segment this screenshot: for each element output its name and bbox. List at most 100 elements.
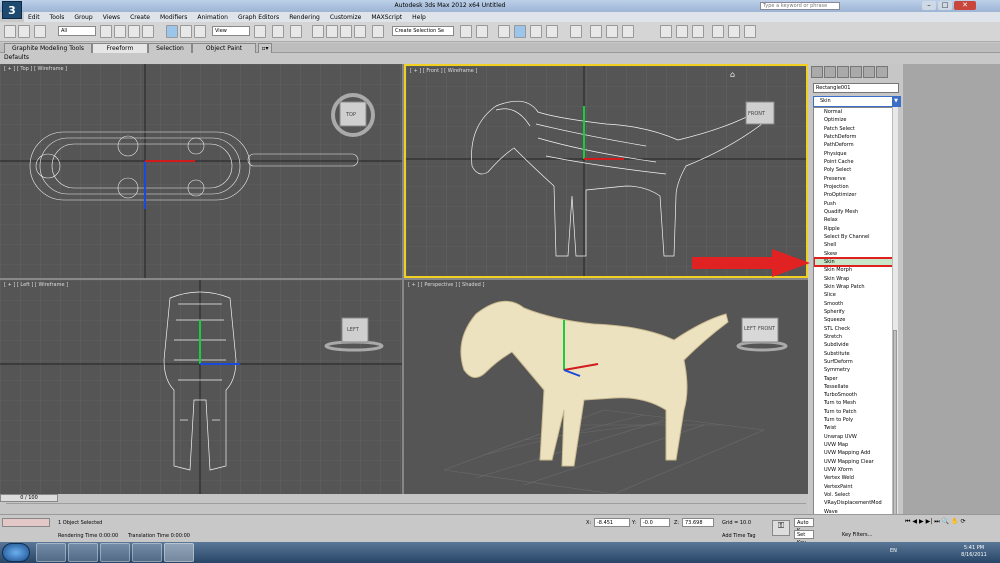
isolate-selection-icon[interactable] <box>660 25 672 38</box>
home-icon[interactable]: ⌂ <box>730 70 735 79</box>
named-selection-input[interactable]: Create Selection Se <box>392 26 454 36</box>
viewcube-top-label[interactable]: TOP <box>346 112 356 118</box>
menu-animation[interactable]: Animation <box>197 14 228 21</box>
modifier-list-item[interactable]: Slice <box>814 291 897 299</box>
modifier-list-item[interactable]: Physique <box>814 150 897 158</box>
tab-selection[interactable]: Selection <box>148 43 192 53</box>
modifier-list-select[interactable]: Skin <box>813 96 901 107</box>
align-icon[interactable] <box>476 25 488 38</box>
modifier-list-item[interactable]: Push <box>814 200 897 208</box>
mirror-icon[interactable] <box>460 25 472 38</box>
modifier-list-item[interactable]: Projection <box>814 183 897 191</box>
modifier-list-item[interactable]: Vol. Select <box>814 491 897 499</box>
menu-create[interactable]: Create <box>130 14 150 21</box>
undo-icon[interactable] <box>4 25 16 38</box>
viewcube-persp-left-label[interactable]: LEFT <box>744 326 756 332</box>
menu-group[interactable]: Group <box>74 14 92 21</box>
modifier-list-item[interactable]: ProOptimizer <box>814 191 897 199</box>
auto-key-button[interactable]: Auto K <box>794 518 814 534</box>
rendered-frame-window-icon[interactable] <box>606 25 618 38</box>
select-move-icon[interactable] <box>166 25 178 38</box>
add-time-tag-button[interactable]: Add Time Tag <box>722 533 756 539</box>
modifier-list-item[interactable]: UVW Map <box>814 441 897 449</box>
search-input[interactable]: Type a keyword or phrase <box>760 2 840 10</box>
menu-tools[interactable]: Tools <box>50 14 65 21</box>
prev-frame-icon[interactable]: ◀ <box>912 518 917 540</box>
menu-help[interactable]: Help <box>412 14 426 21</box>
modifier-list-item[interactable]: UVW Xform <box>814 466 897 474</box>
hierarchy-tab-icon[interactable] <box>837 66 849 78</box>
modifier-list-item[interactable]: Tessellate <box>814 383 897 391</box>
menu-maxscript[interactable]: MAXScript <box>371 14 402 21</box>
render-setup-icon[interactable] <box>590 25 602 38</box>
app-logo-icon[interactable]: 3 <box>2 1 22 19</box>
modifier-list-item[interactable]: Quadify Mesh <box>814 208 897 216</box>
select-scale-icon[interactable] <box>194 25 206 38</box>
menu-graph-editors[interactable]: Graph Editors <box>238 14 279 21</box>
modifier-list-item[interactable]: Taper <box>814 375 897 383</box>
select-rotate-icon[interactable] <box>180 25 192 38</box>
spinner-snap-icon[interactable] <box>354 25 366 38</box>
zoom-icon[interactable]: 🔍 <box>942 518 949 540</box>
modifier-list-item[interactable]: TurboSmooth <box>814 391 897 399</box>
modifier-list-item[interactable]: Ripple <box>814 225 897 233</box>
menu-modifiers[interactable]: Modifiers <box>160 14 187 21</box>
modifier-list-item[interactable]: Symmetry <box>814 366 897 374</box>
viewport-left[interactable]: [ + ] [ Left ] [ Wireframe ] LEFT <box>0 280 402 494</box>
window-crossing-icon[interactable] <box>142 25 154 38</box>
chrome-taskbar-icon[interactable] <box>68 543 98 562</box>
viewport-left-label[interactable]: [ + ] [ Left ] [ Wireframe ] <box>4 282 68 288</box>
viewcube-left-label[interactable]: LEFT <box>347 327 359 333</box>
viewport-top[interactable]: [ + ] [ Top ] [ Wireframe ] TOP <box>0 64 402 278</box>
goto-end-icon[interactable]: ⏭ <box>934 518 939 540</box>
modifier-list-item[interactable]: SurfDeform <box>814 358 897 366</box>
tab-object-paint[interactable]: Object Paint <box>192 43 256 53</box>
modifier-list-item[interactable]: Smooth <box>814 300 897 308</box>
y-coordinate-field[interactable]: -0.0 <box>640 518 670 527</box>
graphite-toggle-icon[interactable] <box>514 25 526 38</box>
schematic-view-icon[interactable] <box>546 25 558 38</box>
modifier-list-item[interactable]: PathDeform <box>814 141 897 149</box>
select-by-name-icon[interactable] <box>114 25 126 38</box>
modifier-list-item[interactable]: Spherify <box>814 308 897 316</box>
modifier-list-item[interactable]: Skew <box>814 250 897 258</box>
reference-coordinate-select[interactable]: View <box>212 26 250 36</box>
timeline-ruler[interactable] <box>6 503 806 513</box>
viewcube-persp-front-label[interactable]: FRONT <box>758 326 775 332</box>
modifier-list-item[interactable]: VRayDisplacementMod <box>814 499 897 507</box>
pan-icon[interactable]: ✋ <box>951 518 958 540</box>
key-filters-button[interactable]: Key Filters... <box>842 532 872 538</box>
viewport-top-label[interactable]: [ + ] [ Top ] [ Wireframe ] <box>4 66 67 72</box>
percent-snap-icon[interactable] <box>340 25 352 38</box>
modifier-list-item[interactable]: Point Cache <box>814 158 897 166</box>
modifier-list-item[interactable]: VertexPaint <box>814 483 897 491</box>
modifier-list-item[interactable]: Turn to Poly <box>814 416 897 424</box>
viewport-front[interactable]: [ + ] [ Front ] [ Wireframe ] FRONT ⌂ <box>404 64 808 278</box>
modifier-list-item[interactable]: Squeeze <box>814 316 897 324</box>
modifier-list-item[interactable]: UVW Mapping Add <box>814 449 897 457</box>
modifier-list-item[interactable]: Vertex Weld <box>814 474 897 482</box>
modifier-list-item[interactable]: Substitute <box>814 350 897 358</box>
keyboard-shortcut-icon[interactable] <box>290 25 302 38</box>
modifier-list-item[interactable]: STL Check <box>814 325 897 333</box>
3dsmax-taskbar-icon[interactable] <box>164 543 194 562</box>
modifier-list-item[interactable]: Skin <box>814 256 897 268</box>
utilities-tab-icon[interactable] <box>876 66 888 78</box>
material-editor-icon[interactable] <box>570 25 582 38</box>
folder-taskbar-icon[interactable] <box>100 543 130 562</box>
motion-tab-icon[interactable] <box>850 66 862 78</box>
container-icon[interactable] <box>692 25 704 38</box>
start-button[interactable] <box>2 543 30 562</box>
modifier-list-item[interactable]: Skin Morph <box>814 266 897 274</box>
modifier-list-item[interactable]: Preserve <box>814 175 897 183</box>
modifier-list-item[interactable]: Twist <box>814 424 897 432</box>
next-frame-icon[interactable]: ▶| <box>926 518 933 540</box>
modifier-list-item[interactable]: UVW Mapping Clear <box>814 458 897 466</box>
quick-render-icon[interactable] <box>744 25 756 38</box>
minimize-button[interactable]: – <box>922 1 936 10</box>
curve-editor-icon[interactable] <box>530 25 542 38</box>
close-button[interactable]: ✕ <box>954 1 976 10</box>
tab-graphite-modeling-tools[interactable]: Graphite Modeling Tools <box>4 43 92 53</box>
viewport-perspective[interactable]: [ + ] [ Perspective ] [ Shaded ] LEFT FR… <box>404 280 808 494</box>
viewcube-front-label[interactable]: FRONT <box>748 111 765 117</box>
